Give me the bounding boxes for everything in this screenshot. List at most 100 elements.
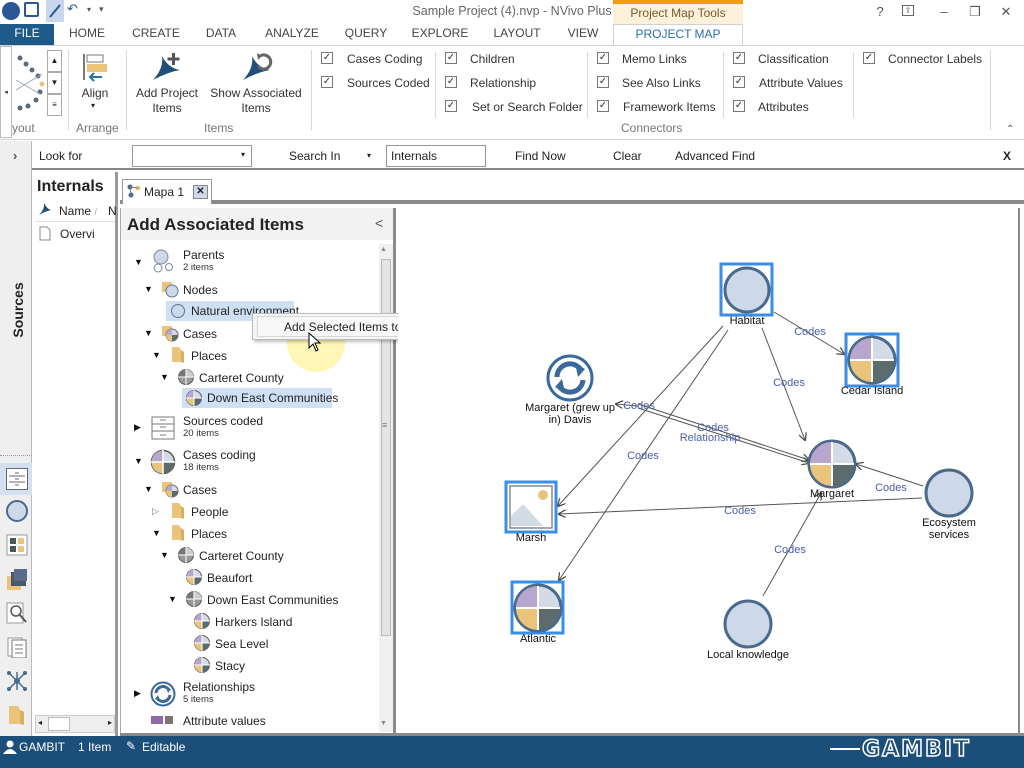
advanced-find-button[interactable]: Advanced Find bbox=[675, 149, 755, 163]
tree-item-beaufort[interactable]: Beaufort bbox=[207, 571, 252, 585]
align-button[interactable]: Align bbox=[74, 86, 116, 101]
collapsed-arrow-icon[interactable]: ▶ bbox=[134, 422, 141, 433]
children-checkbox[interactable]: ✓ bbox=[445, 52, 457, 64]
column-header-name[interactable]: Name / bbox=[59, 204, 97, 218]
close-button[interactable]: ✕ bbox=[996, 4, 1016, 20]
collections-nav-icon[interactable] bbox=[6, 568, 28, 590]
expanded-arrow-icon[interactable]: ▼ bbox=[134, 456, 143, 466]
tab-analyze[interactable]: ANALYZE bbox=[260, 24, 324, 45]
sources-coded-checkbox[interactable]: ✓ bbox=[321, 76, 333, 88]
framework-items-checkbox[interactable]: ✓ bbox=[597, 100, 609, 112]
look-for-input[interactable]: ▾ bbox=[132, 145, 252, 167]
tree-item-cases-coding[interactable]: Cases coding 18 items bbox=[183, 448, 256, 473]
tab-view[interactable]: VIEW bbox=[564, 24, 602, 45]
tab-query[interactable]: QUERY bbox=[342, 24, 390, 45]
tab-project-map[interactable]: PROJECT MAP bbox=[613, 24, 743, 45]
show-associated-items-button[interactable]: Show Associated Items bbox=[208, 86, 304, 116]
save-icon[interactable] bbox=[24, 2, 39, 17]
chevron-down-icon[interactable]: ▾ bbox=[241, 150, 245, 159]
help-button[interactable]: ? bbox=[870, 4, 890, 19]
tree-item-cases[interactable]: Cases bbox=[183, 483, 217, 497]
search-in-field[interactable]: Internals bbox=[386, 145, 486, 167]
add-project-items-button[interactable]: Add Project Items bbox=[132, 86, 202, 116]
expanded-arrow-icon[interactable]: ▼ bbox=[152, 350, 161, 360]
expanded-arrow-icon[interactable]: ▼ bbox=[160, 372, 169, 382]
tree-item-parents[interactable]: Parents 2 items bbox=[183, 248, 224, 273]
tree-item-carteret-county[interactable]: Carteret County bbox=[199, 549, 284, 563]
expanded-arrow-icon[interactable]: ▼ bbox=[144, 284, 153, 294]
tree-item-places[interactable]: Places bbox=[191, 349, 227, 363]
maps-nav-icon[interactable] bbox=[6, 670, 28, 692]
sources-nav-label[interactable]: Sources bbox=[10, 280, 26, 340]
edit-icon[interactable] bbox=[46, 0, 64, 22]
clear-button[interactable]: Clear bbox=[613, 149, 642, 163]
map-item-ecosystem-services[interactable]: Ecosystem services bbox=[922, 468, 976, 541]
gallery-scroll-down-button[interactable]: ▼ bbox=[47, 72, 62, 94]
tab-layout[interactable]: LAYOUT bbox=[488, 24, 546, 45]
map-item-margaret-davis[interactable]: Margaret (grew up in) Davis bbox=[525, 354, 615, 426]
align-dropdown-icon[interactable]: ▾ bbox=[91, 101, 95, 110]
expanded-arrow-icon[interactable]: ▼ bbox=[134, 257, 143, 267]
relationship-checkbox[interactable]: ✓ bbox=[445, 76, 457, 88]
tree-item-down-east-communities[interactable]: Down East Communities bbox=[182, 388, 338, 408]
undo-dropdown-icon[interactable]: ▾ bbox=[87, 5, 91, 14]
tab-home[interactable]: HOME bbox=[62, 24, 112, 45]
map-item-local-knowledge[interactable]: Local knowledge bbox=[707, 599, 789, 661]
memo-links-checkbox[interactable]: ✓ bbox=[597, 52, 609, 64]
tree-item-places[interactable]: Places bbox=[191, 527, 227, 541]
nvivo-logo-icon[interactable] bbox=[2, 2, 20, 20]
tab-data[interactable]: DATA bbox=[200, 24, 242, 45]
tab-create[interactable]: CREATE bbox=[128, 24, 184, 45]
expanded-arrow-icon[interactable]: ▼ bbox=[144, 484, 153, 494]
map-item-atlantic[interactable]: Atlantic bbox=[510, 580, 565, 645]
restore-button[interactable]: ❐ bbox=[965, 4, 985, 20]
map-item-cedar-island[interactable]: Cedar Island bbox=[841, 332, 903, 397]
collapsed-arrow-icon[interactable]: ▷ bbox=[152, 506, 159, 517]
classifications-nav-icon[interactable] bbox=[6, 534, 28, 556]
collapse-ribbon-icon[interactable]: ⌃ bbox=[1006, 124, 1014, 135]
tree-item-nodes[interactable]: Nodes bbox=[183, 283, 218, 297]
connector-labels-checkbox[interactable]: ✓ bbox=[863, 52, 875, 64]
collapse-panel-button[interactable]: < bbox=[375, 215, 383, 231]
customize-quick-access-icon[interactable]: ▾ bbox=[99, 4, 104, 15]
undo-icon[interactable]: ↶ bbox=[67, 1, 78, 17]
sort-icon[interactable] bbox=[38, 202, 52, 216]
tree-item-attribute-values[interactable]: Attribute values bbox=[183, 714, 266, 728]
tree-item-cases[interactable]: Cases bbox=[183, 327, 217, 341]
find-now-button[interactable]: Find Now bbox=[515, 149, 566, 163]
tree-item-sea-level[interactable]: Sea Level bbox=[215, 637, 268, 651]
cases-coding-checkbox[interactable]: ✓ bbox=[321, 52, 333, 64]
gallery-scroll-up-button[interactable]: ▲ bbox=[47, 50, 62, 72]
set-or-search-folder-checkbox[interactable]: ✓ bbox=[445, 100, 457, 112]
ribbon-display-button[interactable]: ⇧ bbox=[902, 5, 914, 16]
reports-nav-icon[interactable] bbox=[6, 636, 28, 659]
tree-item-down-east-communities[interactable]: Down East Communities bbox=[207, 593, 338, 607]
tree-item-relationships[interactable]: Relationships 5 items bbox=[183, 680, 255, 705]
tree-item-harkers-island[interactable]: Harkers Island bbox=[215, 615, 292, 629]
nodes-nav-icon[interactable] bbox=[6, 500, 28, 522]
expanded-arrow-icon[interactable]: ▼ bbox=[168, 594, 177, 604]
attributes-checkbox[interactable]: ✓ bbox=[733, 100, 745, 112]
gallery-more-button[interactable]: ≡ bbox=[47, 94, 62, 116]
expanded-arrow-icon[interactable]: ▼ bbox=[144, 328, 153, 338]
tree-item-stacy[interactable]: Stacy bbox=[215, 659, 245, 673]
close-tab-icon[interactable]: ✕ bbox=[193, 185, 208, 199]
layout-gallery-preview[interactable] bbox=[12, 50, 46, 114]
tree-item-sources-coded[interactable]: Sources coded 20 items bbox=[183, 414, 263, 439]
attribute-values-checkbox[interactable]: ✓ bbox=[733, 76, 745, 88]
horizontal-scrollbar[interactable]: ◂ ▸ bbox=[35, 715, 115, 733]
map-item-marsh[interactable]: Marsh bbox=[504, 480, 558, 544]
expanded-arrow-icon[interactable]: ▼ bbox=[160, 550, 169, 560]
tab-file[interactable]: FILE bbox=[0, 24, 54, 45]
see-also-links-checkbox[interactable]: ✓ bbox=[597, 76, 609, 88]
close-find-bar-button[interactable]: X bbox=[1003, 149, 1011, 163]
tree-item-carteret-county[interactable]: Carteret County bbox=[199, 371, 284, 385]
search-in-dropdown-icon[interactable]: ▾ bbox=[367, 151, 371, 160]
collapsed-arrow-icon[interactable]: ▶ bbox=[134, 688, 141, 699]
sources-nav-icon[interactable] bbox=[6, 468, 28, 490]
column-header-next[interactable]: N bbox=[108, 204, 117, 218]
nav-splitter[interactable] bbox=[0, 455, 32, 457]
ribbon-collapse-left-icon[interactable]: ◂ bbox=[0, 46, 12, 138]
tab-explore[interactable]: EXPLORE bbox=[410, 24, 470, 45]
expanded-arrow-icon[interactable]: ▼ bbox=[152, 528, 161, 538]
